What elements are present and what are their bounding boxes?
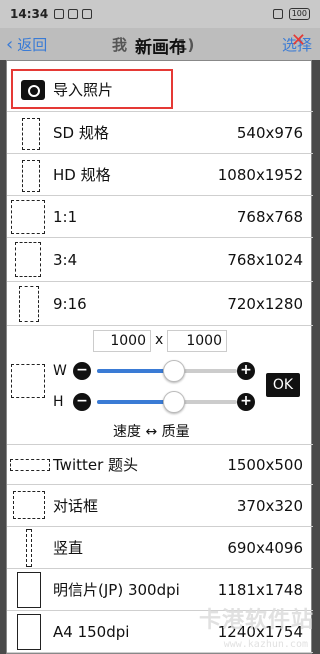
preset-3-4[interactable]: 3:4 768x1024 — [7, 238, 313, 282]
custom-shape-icon — [11, 364, 45, 398]
ok-button[interactable]: OK — [266, 373, 300, 397]
preset-label: HD 规格 — [53, 166, 111, 184]
notification-icon — [68, 9, 79, 19]
preset-shape-icon — [22, 160, 40, 192]
battery-icon: 100 — [288, 8, 310, 20]
preset-shape-icon — [22, 118, 40, 150]
preset-size: 768x1024 — [227, 250, 303, 269]
preset-1-1[interactable]: 1:1 768x768 — [7, 196, 313, 238]
preset-shape-icon — [10, 459, 50, 471]
height-slider-label: H — [53, 394, 64, 410]
preset-shape-icon — [17, 614, 41, 650]
preset-vertical[interactable]: 竖直 690x4096 — [7, 527, 313, 569]
watermark-url: www.kazhun.com — [223, 639, 308, 650]
preset-hd[interactable]: HD 规格 1080x1952 — [7, 154, 313, 196]
preset-shape-icon — [15, 242, 41, 277]
camera-icon — [21, 80, 45, 100]
preset-shape-icon — [17, 572, 41, 608]
preset-shape-icon — [11, 200, 45, 234]
width-slider-handle[interactable] — [163, 360, 185, 382]
custom-size-panel: 1000 x 1000 W − + H − + OK 速度 ↔ 质量 — [7, 326, 313, 445]
height-input[interactable]: 1000 — [167, 330, 227, 352]
height-minus-button[interactable]: − — [73, 393, 91, 411]
preset-size: 768x768 — [236, 207, 303, 226]
preset-label: 对话框 — [53, 497, 99, 515]
preset-size: 1181x1748 — [217, 580, 303, 599]
status-time: 14:34 — [10, 7, 49, 21]
preset-dialog-box[interactable]: 对话框 370x320 — [7, 485, 313, 527]
watermark-logo: 卡港软件站 — [198, 608, 314, 633]
preset-9-16[interactable]: 9:16 720x1280 — [7, 282, 313, 326]
back-label: 返回 — [17, 35, 48, 54]
import-photo-button[interactable]: 导入照片 — [11, 69, 173, 109]
width-plus-button[interactable]: + — [237, 362, 255, 380]
status-icons — [54, 9, 93, 19]
preset-size: 540x976 — [236, 123, 303, 142]
preset-label: 明信片(JP) 300dpi — [53, 581, 180, 599]
preset-label: 9:16 — [53, 294, 87, 313]
width-input[interactable]: 1000 — [93, 330, 151, 352]
preset-size: 1500x500 — [227, 455, 303, 474]
speed-quality-note: 速度 ↔ 质量 — [113, 424, 190, 440]
dialog-title: 新画布 — [135, 38, 186, 58]
notification-icon — [54, 9, 65, 19]
preset-label: 1:1 — [53, 207, 78, 226]
x-separator: x — [155, 332, 164, 348]
preset-twitter-header[interactable]: Twitter 题头 1500x500 — [7, 445, 313, 485]
height-slider-handle[interactable] — [163, 391, 185, 413]
preset-sd[interactable]: SD 规格 540x976 — [7, 112, 313, 154]
preset-shape-icon — [26, 529, 32, 567]
wifi-icon — [82, 9, 93, 19]
width-minus-button[interactable]: − — [73, 362, 91, 380]
preset-label: SD 规格 — [53, 124, 109, 142]
preset-label: A4 150dpi — [53, 622, 130, 641]
height-plus-button[interactable]: + — [237, 393, 255, 411]
preset-size: 1080x1952 — [217, 165, 303, 184]
preset-size: 370x320 — [236, 496, 303, 515]
import-photo-label: 导入照片 — [53, 80, 114, 99]
back-button[interactable]: ‹ 返回 — [0, 34, 47, 55]
preset-shape-icon — [13, 491, 45, 519]
new-canvas-dialog: 新画布 导入照片 SD 规格 540x976 HD 规格 1080x1952 1… — [6, 38, 313, 654]
width-slider-label: W — [53, 363, 67, 379]
preset-size: 720x1280 — [227, 294, 303, 313]
preset-shape-icon — [19, 286, 39, 322]
preset-size: 690x4096 — [227, 538, 303, 557]
preset-label: 3:4 — [53, 250, 78, 269]
chevron-left-icon: ‹ — [6, 33, 14, 55]
status-bar: 14:34 100 — [0, 0, 320, 28]
preset-label: 竖直 — [53, 539, 84, 557]
preset-label: Twitter 题头 — [53, 456, 139, 474]
close-icon[interactable]: ✕ — [291, 30, 306, 51]
signal-icon — [272, 9, 283, 19]
